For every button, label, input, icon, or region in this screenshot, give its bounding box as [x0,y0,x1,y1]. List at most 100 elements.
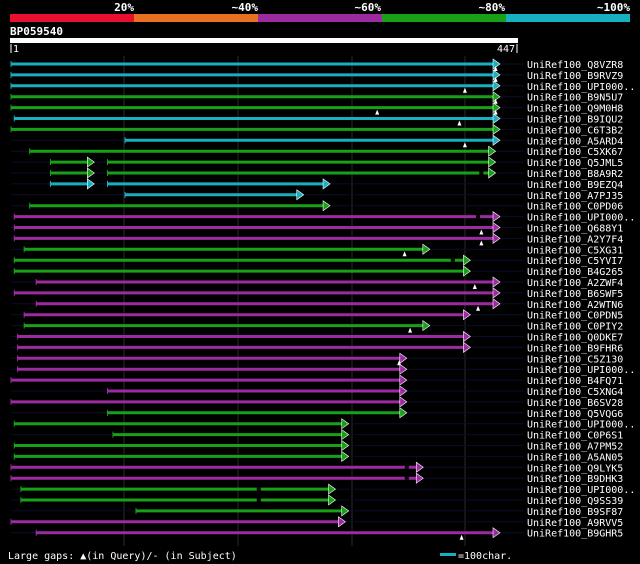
hit-label[interactable]: UniRef100_B8A9R2 [527,169,623,180]
hit-label[interactable]: UniRef100_A2Y7F4 [527,234,623,245]
hit-row[interactable]: UniRef100_B9DHK3 [10,472,623,485]
hit-row[interactable]: UniRef100_C5Z130 [11,352,623,366]
hit-label[interactable]: UniRef100_A5ARD4 [527,136,623,147]
scale-legend-label: =100char. [458,551,512,562]
hit-label[interactable]: UniRef100_C5XG31 [527,245,623,256]
hit-row[interactable]: UniRef100_B9SF87 [11,505,623,518]
hit-row[interactable]: UniRef100_Q0DKE7 [11,330,623,344]
hit-label[interactable]: UniRef100_Q0DKE7 [527,333,623,344]
hit-row[interactable]: UniRef100_B9IQU2 [11,112,623,126]
hit-row[interactable]: UniRef100_B9EZQ4 [11,178,623,191]
hit-rows: UniRef100_Q8VZR8UniRef100_B9RVZ9UniRef10… [10,58,635,540]
hit-label[interactable]: UniRef100_B4FQ71 [527,376,623,387]
hit-row[interactable]: UniRef100_Q9M0H8 [10,102,623,115]
hit-label[interactable]: UniRef100_Q688Y1 [527,224,623,235]
hit-label[interactable]: UniRef100_C0PD06 [527,202,623,213]
segment-arrowhead [399,396,408,408]
hit-label[interactable]: UniRef100_C0PDN5 [527,311,623,322]
hit-label[interactable]: UniRef100_C5XK67 [527,147,623,158]
hit-label[interactable]: UniRef100_Q9LYK5 [527,463,623,474]
hit-row[interactable]: UniRef100_C5XG31 [11,243,623,257]
hit-label[interactable]: UniRef100_UPI000.. [527,365,635,376]
hit-row[interactable]: UniRef100_UPI000.. [11,418,635,431]
hit-label[interactable]: UniRef100_UPI000.. [527,485,635,496]
hit-label[interactable]: UniRef100_C0PIY2 [527,322,623,333]
hit-label[interactable]: UniRef100_A7PJ35 [527,191,623,202]
hit-row[interactable]: UniRef100_UPI000.. [11,363,635,376]
hit-label[interactable]: UniRef100_B9GHR5 [527,529,623,540]
hit-label[interactable]: UniRef100_Q9SS39 [527,496,623,507]
hit-label[interactable]: UniRef100_A2WTN6 [527,300,623,311]
segment-arrowhead [341,418,350,430]
hit-row[interactable]: UniRef100_A7PJ35 [11,189,623,202]
hit-label[interactable]: UniRef100_B9RVZ9 [527,71,623,82]
hit-row[interactable]: UniRef100_A5AN05 [11,450,623,463]
hit-row[interactable]: UniRef100_B4G265 [11,265,623,278]
hit-label[interactable]: UniRef100_B4G265 [527,267,623,278]
hit-row[interactable]: UniRef100_B9RVZ9 [10,69,623,82]
hit-row[interactable]: UniRef100_Q688Y1 [11,221,623,235]
hit-label[interactable]: UniRef100_B9FHR6 [527,343,623,354]
hit-row[interactable]: UniRef100_Q5JML5 [11,156,623,169]
hit-row[interactable]: UniRef100_C0PIY2 [11,320,623,333]
hit-row[interactable]: UniRef100_B4FQ71 [10,374,623,387]
hit-row[interactable]: UniRef100_C5YVI7 [11,254,623,267]
hit-row[interactable]: UniRef100_B9GHR5 [11,527,623,540]
hit-row[interactable]: UniRef100_A2Y7F4 [11,232,623,246]
hit-row[interactable]: UniRef100_Q9SS39 [11,494,623,507]
hit-row[interactable]: UniRef100_A9RVV5 [10,516,623,529]
hit-row[interactable]: UniRef100_C5XNG4 [11,385,623,398]
hit-row[interactable]: UniRef100_C0PDN5 [11,309,623,322]
hit-label[interactable]: UniRef100_Q5JML5 [527,158,623,169]
hit-row[interactable]: UniRef100_Q8VZR8 [10,58,623,71]
hit-label[interactable]: UniRef100_B9N5U7 [527,93,623,104]
hit-row[interactable]: UniRef100_C0P6S1 [11,429,623,442]
scale-legend-bar [440,553,456,556]
hit-label[interactable]: UniRef100_UPI000.. [527,420,635,431]
hit-label[interactable]: UniRef100_UPI000.. [527,213,635,224]
hit-label[interactable]: UniRef100_A7PM52 [527,442,623,453]
hit-row[interactable]: UniRef100_Q9LYK5 [10,461,623,474]
hit-label[interactable]: UniRef100_Q5VQG6 [527,409,623,420]
hit-row[interactable]: UniRef100_A7PM52 [11,439,623,453]
hit-row[interactable]: UniRef100_A2WTN6 [11,298,623,311]
hit-row[interactable]: UniRef100_B9FHR6 [11,341,623,354]
hit-label[interactable]: UniRef100_A5AN05 [527,452,623,463]
segment-arrowhead [492,80,501,92]
segment-arrowhead [399,385,408,397]
hit-label[interactable]: UniRef100_B6SV28 [527,398,623,409]
hit-label[interactable]: UniRef100_B9SF87 [527,507,623,518]
hit-label[interactable]: UniRef100_B9IQU2 [527,115,623,126]
hit-label[interactable]: UniRef100_B9EZQ4 [527,180,623,191]
hit-row[interactable]: UniRef100_UPI000.. [11,211,635,224]
hit-row[interactable]: UniRef100_C0PD06 [11,200,623,213]
segment-arrowhead [341,439,350,452]
hit-label[interactable]: UniRef100_C5Z130 [527,354,623,365]
hit-label[interactable]: UniRef100_C6T3B2 [527,125,623,136]
hit-row[interactable]: UniRef100_B8A9R2 [11,167,623,180]
hit-label[interactable]: UniRef100_C5YVI7 [527,256,623,267]
hit-row[interactable]: UniRef100_A2ZWF4 [11,276,623,289]
segment-arrowhead [87,178,95,190]
hit-label[interactable]: UniRef100_UPI000.. [527,82,635,93]
hit-row[interactable]: UniRef100_C5XK67 [11,145,623,158]
hit-label[interactable]: UniRef100_B9DHK3 [527,474,623,485]
hit-row[interactable]: UniRef100_A5ARD4 [11,134,623,148]
segment-arrowhead [492,221,501,234]
hit-label[interactable]: UniRef100_C5XNG4 [527,387,623,398]
hit-row[interactable]: UniRef100_B6SWF5 [11,287,623,300]
hit-label[interactable]: UniRef100_A9RVV5 [527,518,623,529]
hit-row[interactable]: UniRef100_UPI000.. [11,483,635,496]
segment-arrowhead [488,167,497,179]
segment-arrowhead [399,363,408,375]
hit-row[interactable]: UniRef100_C6T3B2 [10,123,623,136]
hit-row[interactable]: UniRef100_B9N5U7 [10,91,623,104]
hit-label[interactable]: UniRef100_Q8VZR8 [527,60,623,71]
hit-label[interactable]: UniRef100_C0P6S1 [527,431,623,442]
hit-label[interactable]: UniRef100_Q9M0H8 [527,104,623,115]
hit-row[interactable]: UniRef100_B6SV28 [10,396,623,409]
hit-row[interactable]: UniRef100_UPI000.. [10,80,635,93]
hit-label[interactable]: UniRef100_A2ZWF4 [527,278,623,289]
hit-label[interactable]: UniRef100_B6SWF5 [527,289,623,300]
hit-row[interactable]: UniRef100_Q5VQG6 [11,407,623,420]
